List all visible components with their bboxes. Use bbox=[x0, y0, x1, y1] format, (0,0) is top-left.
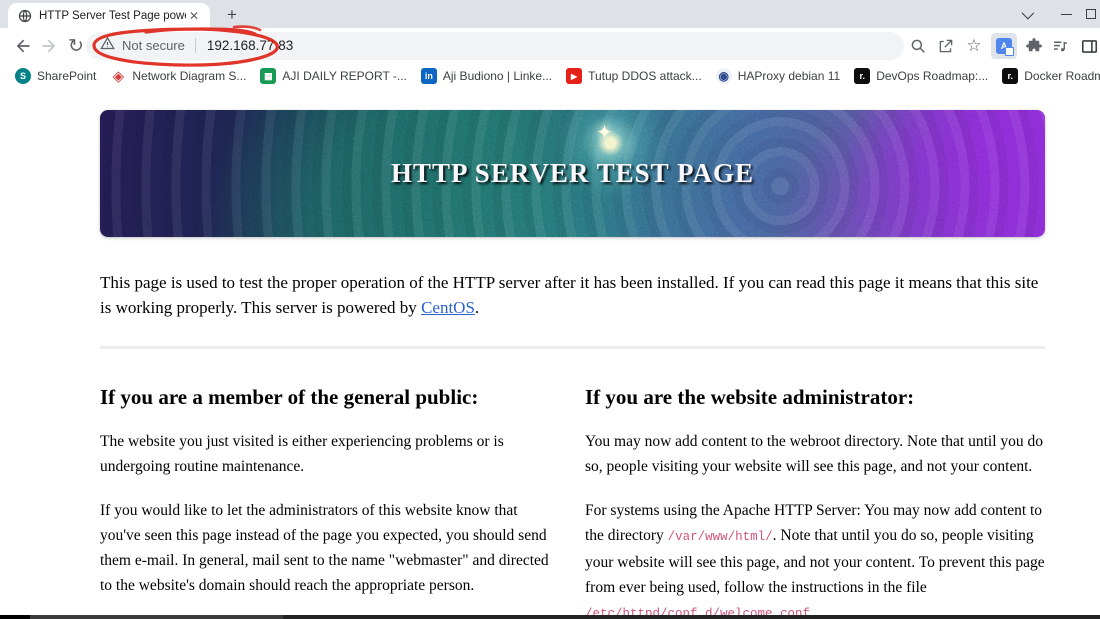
side-panel-icon[interactable] bbox=[1076, 33, 1100, 59]
window-controls bbox=[1006, 0, 1100, 28]
linkedin-icon: in bbox=[420, 68, 437, 84]
intro-paragraph: This page is used to test the proper ope… bbox=[100, 273, 1039, 317]
roadmap-icon: r. bbox=[854, 68, 871, 84]
omnibox-separator bbox=[194, 38, 196, 53]
share-icon[interactable] bbox=[933, 33, 959, 59]
media-controls-icon[interactable] bbox=[1047, 33, 1073, 59]
address-bar[interactable]: Not secure 192.168.77.83 bbox=[86, 31, 904, 60]
bookmark-sharepoint[interactable]: S SharePoint bbox=[8, 65, 103, 87]
webroot-path-code: /var/www/html/ bbox=[667, 530, 773, 544]
browser-window: HTTP Server Test Page powered ✕ + ↻ Not … bbox=[0, 0, 1100, 619]
admin-paragraph-2: For systems using the Apache HTTP Server… bbox=[585, 502, 1045, 619]
not-secure-warning-icon bbox=[100, 36, 115, 56]
bookmark-star-icon[interactable]: ☆ bbox=[961, 33, 987, 59]
public-heading: If you are a member of the general publi… bbox=[100, 385, 479, 409]
taskbar-top-edge bbox=[0, 615, 1100, 619]
bookmark-docker-roadmap[interactable]: r. Docker Roadmap -... bbox=[995, 65, 1100, 87]
youtube-icon: ▶ bbox=[566, 68, 583, 84]
tab-strip: HTTP Server Test Page powered ✕ + bbox=[0, 0, 1100, 28]
bookmarks-bar: S SharePoint ◈ Network Diagram S... ▦ AJ… bbox=[0, 62, 1100, 90]
minimize-button[interactable] bbox=[1046, 0, 1086, 28]
tab-search-chevron-icon[interactable] bbox=[1006, 0, 1046, 28]
sharepoint-icon: S bbox=[15, 68, 31, 84]
banner-title: HTTP SERVER TEST PAGE bbox=[391, 158, 754, 188]
admin-paragraph-1: You may now add content to the webroot d… bbox=[585, 433, 1044, 475]
back-button[interactable] bbox=[10, 34, 34, 58]
tab-title: HTTP Server Test Page powered bbox=[39, 9, 186, 22]
extensions-puzzle-icon[interactable] bbox=[1021, 33, 1047, 59]
haproxy-globe-icon: ◉ bbox=[715, 68, 732, 84]
globe-favicon-icon bbox=[18, 9, 32, 23]
roadmap-icon: r. bbox=[1002, 68, 1019, 84]
bookmark-aji-daily-report[interactable]: ▦ AJI DAILY REPORT -... bbox=[253, 65, 413, 87]
maximize-button[interactable] bbox=[1086, 0, 1100, 28]
bookmark-network-diagram[interactable]: ◈ Network Diagram S... bbox=[103, 65, 253, 87]
new-tab-button[interactable]: + bbox=[220, 4, 244, 28]
centos-link[interactable]: CentOS bbox=[421, 298, 475, 317]
diagram-diamond-icon: ◈ bbox=[112, 68, 125, 85]
tab-close-icon[interactable]: ✕ bbox=[186, 8, 202, 24]
bookmark-devops-roadmap[interactable]: r. DevOps Roadmap:... bbox=[847, 65, 995, 87]
admin-heading: If you are the website administrator: bbox=[585, 385, 915, 409]
browser-tab[interactable]: HTTP Server Test Page powered ✕ bbox=[8, 3, 210, 28]
bookmark-linkedin[interactable]: in Aji Budiono | Linke... bbox=[414, 65, 559, 87]
translate-icon[interactable]: A bbox=[991, 33, 1017, 59]
public-paragraph-1: The website you just visited is either e… bbox=[100, 433, 504, 475]
page-content: ✦ HTTP SERVER TEST PAGE This page is use… bbox=[0, 90, 1100, 619]
security-label[interactable]: Not secure bbox=[122, 38, 185, 53]
url-text[interactable]: 192.168.77.83 bbox=[207, 38, 293, 53]
bookmark-haproxy[interactable]: ◉ HAProxy debian 11 bbox=[709, 65, 848, 87]
bookmark-youtube-ddos[interactable]: ▶ Tutup DDOS attack... bbox=[559, 65, 709, 87]
forward-button[interactable] bbox=[38, 34, 62, 58]
google-sheets-icon: ▦ bbox=[260, 68, 277, 84]
public-paragraph-2: If you would like to let the administrat… bbox=[100, 502, 549, 594]
banner-image: ✦ HTTP SERVER TEST PAGE bbox=[100, 110, 1045, 237]
public-column: If you are a member of the general publi… bbox=[100, 349, 560, 619]
admin-column: If you are the website administrator: Yo… bbox=[585, 349, 1045, 619]
reload-button[interactable]: ↻ bbox=[64, 34, 88, 58]
search-icon[interactable] bbox=[905, 33, 931, 59]
